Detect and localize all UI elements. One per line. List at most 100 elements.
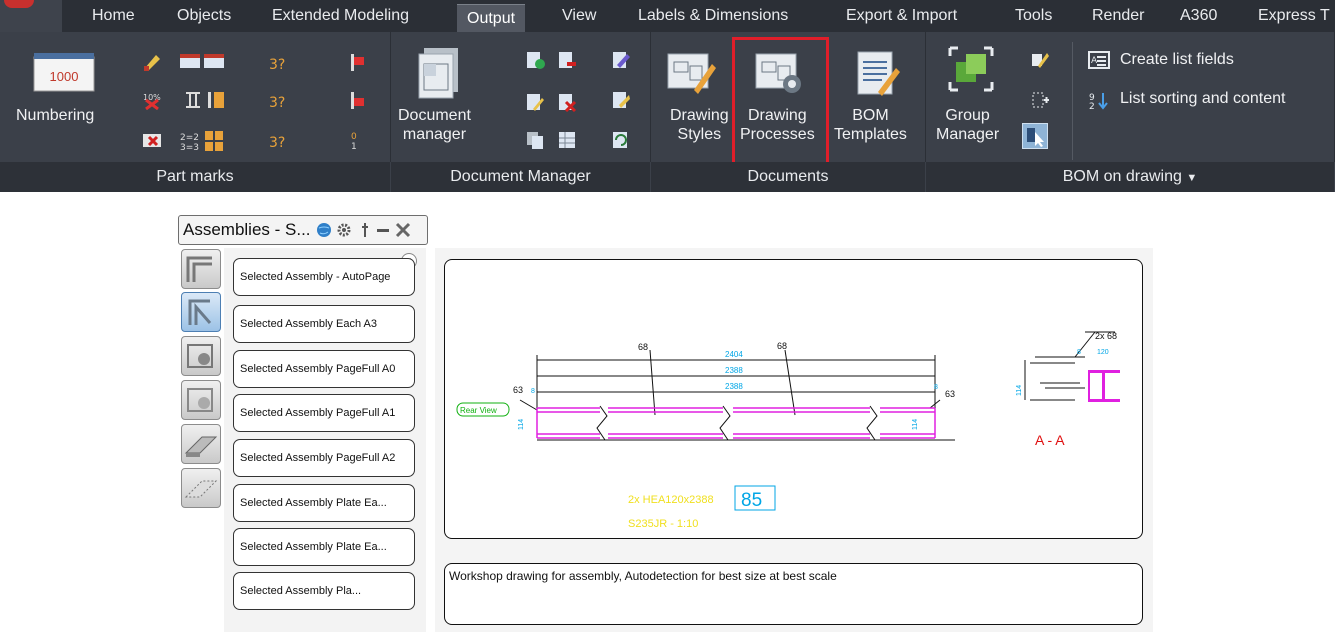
list-sorting-icon[interactable]: 92 <box>1088 90 1110 110</box>
document-manager-button[interactable]: Document manager <box>398 106 471 144</box>
palette-tab-parts-2[interactable] <box>181 380 221 420</box>
mark-flag-icon[interactable] <box>347 52 367 72</box>
bom-edit-icon[interactable] <box>1030 50 1050 70</box>
palette-tab-assemblies[interactable] <box>181 292 221 332</box>
assembly-icon <box>188 299 212 325</box>
doc-revision-icon[interactable] <box>611 90 631 110</box>
palette-tab-plates[interactable] <box>181 468 221 508</box>
tab-render[interactable]: Render <box>1092 0 1144 32</box>
document-manager-label-1: Document <box>398 107 471 124</box>
bom-select-icon <box>1027 128 1044 147</box>
doc-delete-icon[interactable] <box>557 92 577 112</box>
doc-update-icon[interactable] <box>611 130 631 150</box>
panel-title-documents: Documents <box>651 162 926 192</box>
mark-68-right: 68 <box>777 341 787 351</box>
svg-text:2=2: 2=2 <box>180 133 199 143</box>
part-description: 2x HEA120x2388 <box>628 494 714 506</box>
svg-text:3?: 3? <box>269 95 285 110</box>
drawing-processes-highlight <box>732 37 829 168</box>
doc-copy-icon[interactable] <box>525 130 545 150</box>
power-mark-3-icon[interactable]: 3? <box>268 130 288 150</box>
doc-write-icon[interactable] <box>611 50 631 70</box>
svg-text:3?: 3? <box>269 135 285 150</box>
tab-a360[interactable]: A360 <box>1180 0 1217 32</box>
palette-title-bar[interactable]: Assemblies - S... <box>178 215 428 245</box>
bom-templates-icon[interactable] <box>852 48 902 98</box>
part-gear-icon <box>187 388 213 412</box>
beam-icon <box>184 436 218 457</box>
tab-express-tools[interactable]: Express T <box>1258 0 1330 32</box>
mark-68-left: 68 <box>638 342 648 352</box>
expand-caret-icon[interactable]: ▼ <box>1186 172 1197 184</box>
group-manager-icon[interactable] <box>948 46 994 92</box>
doc-remove-icon[interactable] <box>557 50 577 70</box>
section-dim-120: 120 <box>1097 349 1109 356</box>
tab-objects[interactable]: Objects <box>177 0 231 32</box>
tab-labels-dimensions[interactable]: Labels & Dimensions <box>638 0 788 32</box>
list-item[interactable]: Selected Assembly PageFull A0 <box>233 350 415 388</box>
pin-icon[interactable] <box>357 222 373 238</box>
delete-mark-icon[interactable]: 10% <box>142 90 162 110</box>
minimize-icon[interactable] <box>375 222 391 238</box>
group-manager-button[interactable]: Group Manager <box>936 106 999 144</box>
gear-icon[interactable] <box>336 222 352 238</box>
bom-templates-label-2: Templates <box>834 126 907 143</box>
globe-icon[interactable] <box>316 222 332 238</box>
section-mark: 2x 68 <box>1095 331 1117 341</box>
list-item[interactable]: Selected Assembly Pla... <box>233 572 415 610</box>
bom-separator <box>1072 42 1073 160</box>
mark-fraction-icon[interactable]: 01 <box>347 130 367 150</box>
bom-add-icon[interactable] <box>1030 90 1050 110</box>
align-mark-icon[interactable] <box>183 90 203 110</box>
mark-flag-2-icon[interactable] <box>347 90 367 110</box>
drawing-styles-button[interactable]: Drawing Styles <box>670 106 729 144</box>
remove-mark-icon[interactable] <box>142 130 162 150</box>
bom-templates-label-1: BOM <box>852 107 889 124</box>
close-icon[interactable] <box>394 221 412 239</box>
tab-home[interactable]: Home <box>92 0 135 32</box>
section-label: A - A <box>1035 432 1065 448</box>
list-sorting-button[interactable]: List sorting and content <box>1120 90 1285 108</box>
height-114-left: 114 <box>518 419 525 430</box>
list-item[interactable]: Selected Assembly Plate Ea... <box>233 484 415 522</box>
bom-select-button[interactable] <box>1022 123 1048 149</box>
application-menu-button[interactable] <box>0 0 62 32</box>
palette-tab-beams[interactable] <box>181 424 221 464</box>
tab-extended-modeling[interactable]: Extended Modeling <box>272 0 409 32</box>
svg-text:3?: 3? <box>269 57 285 72</box>
dim-2: 2388 <box>725 382 743 391</box>
numbering-button[interactable]: Numbering <box>16 106 94 125</box>
edit-mark-icon[interactable] <box>142 52 162 72</box>
mark-matrix-icon[interactable]: 2=23=3 <box>180 130 224 152</box>
svg-text:3=3: 3=3 <box>180 143 199 152</box>
mark-bar-icon[interactable] <box>206 90 226 110</box>
drawing-styles-icon[interactable] <box>666 50 716 98</box>
numbering-icon[interactable]: 1000 <box>33 52 95 94</box>
create-list-fields-button[interactable]: Create list fields <box>1120 51 1234 69</box>
drawing-styles-label-2: Styles <box>677 126 722 143</box>
tab-tools[interactable]: Tools <box>1015 0 1052 32</box>
list-item[interactable]: Selected Assembly PageFull A1 <box>233 394 415 432</box>
palette-tab-single-parts[interactable] <box>181 336 221 376</box>
doc-grid-icon[interactable] <box>557 130 577 150</box>
list-item[interactable]: Selected Assembly Each A3 <box>233 305 415 343</box>
tab-output[interactable]: Output <box>457 4 526 32</box>
mark-range-icon[interactable] <box>180 52 224 70</box>
create-list-fields-icon[interactable]: A <box>1088 50 1110 70</box>
palette-tab-assembly-frame[interactable] <box>181 249 221 289</box>
panel-title-bom-on-drawing[interactable]: BOM on drawing ▼ <box>926 162 1335 192</box>
group-manager-label-1: Group <box>945 107 990 124</box>
bom-templates-button[interactable]: BOM Templates <box>834 106 907 144</box>
list-item[interactable]: Selected Assembly Plate Ea... <box>233 528 415 566</box>
power-mark-2-icon[interactable]: 3? <box>268 90 288 110</box>
list-item[interactable]: Selected Assembly - AutoPage <box>233 258 415 296</box>
power-mark-icon[interactable]: 3? <box>268 52 288 72</box>
document-manager-icon[interactable] <box>416 46 464 102</box>
tab-view[interactable]: View <box>562 0 596 32</box>
single-part-icon <box>187 344 213 368</box>
numbering-icon-value: 1000 <box>50 69 79 84</box>
list-item[interactable]: Selected Assembly PageFull A2 <box>233 439 415 477</box>
doc-edit-icon[interactable] <box>525 92 545 112</box>
tab-export-import[interactable]: Export & Import <box>846 0 957 32</box>
doc-add-icon[interactable] <box>525 50 545 70</box>
